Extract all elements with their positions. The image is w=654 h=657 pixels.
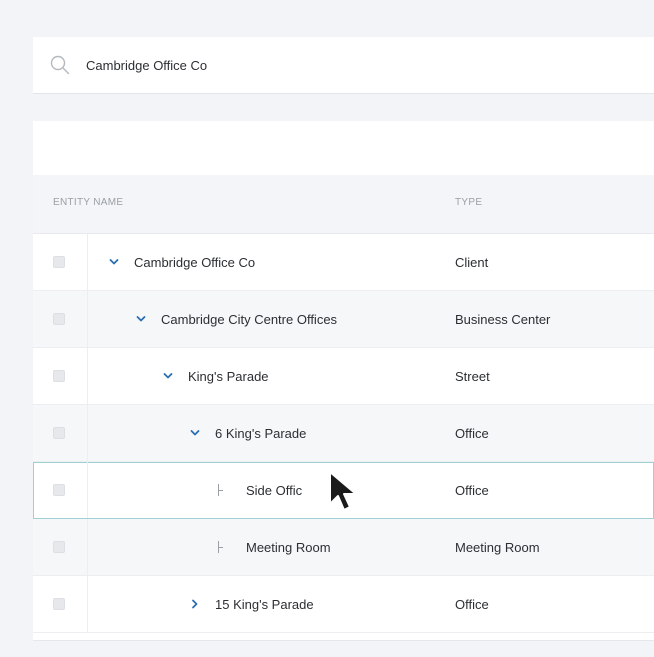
- entity-name-cell: Cambridge Office Co: [108, 234, 255, 290]
- table-row[interactable]: Cambridge Office Co Client: [33, 234, 654, 291]
- entity-type: Office: [455, 596, 489, 612]
- row-checkbox-cell: [33, 291, 88, 347]
- row-checkbox[interactable]: [53, 484, 65, 496]
- chevron-right-icon[interactable]: [189, 598, 201, 610]
- search-input[interactable]: [86, 57, 586, 73]
- row-checkbox-cell: [33, 519, 88, 575]
- entity-name[interactable]: Meeting Room: [246, 540, 331, 555]
- tree-branch-icon: [216, 541, 226, 553]
- row-checkbox[interactable]: [53, 370, 65, 382]
- entity-table: ENTITY NAME TYPE Cambridge Office Co Clie…: [33, 121, 654, 640]
- search-icon: [49, 54, 71, 76]
- table-row[interactable]: 15 King's Parade Office: [33, 576, 654, 633]
- entity-type: Business Center: [455, 311, 551, 327]
- search-bar[interactable]: [33, 37, 654, 93]
- table-body: Cambridge Office Co Client Cambridge City …: [33, 234, 654, 633]
- entity-name-cell: Meeting Room: [216, 519, 331, 575]
- chevron-down-icon[interactable]: [108, 256, 120, 268]
- entity-name[interactable]: 6 King's Parade: [215, 426, 306, 441]
- entity-name[interactable]: King's Parade: [188, 369, 269, 384]
- row-checkbox-cell: [33, 348, 88, 404]
- entity-name-cell: Cambridge City Centre Offices: [135, 291, 337, 347]
- tree-branch-icon: [216, 484, 226, 496]
- entity-name-cell: 15 King's Parade: [189, 576, 314, 632]
- row-checkbox-cell: [33, 234, 88, 290]
- entity-type: Street: [455, 368, 490, 384]
- column-header-type[interactable]: TYPE: [455, 197, 482, 208]
- table-toolbar: [33, 121, 654, 175]
- row-checkbox[interactable]: [53, 427, 65, 439]
- entity-name-cell: King's Parade: [162, 348, 269, 404]
- row-checkbox-cell: [33, 405, 88, 461]
- table-row[interactable]: Meeting Room Meeting Room: [33, 519, 654, 576]
- row-checkbox-cell: [33, 576, 88, 632]
- chevron-down-icon[interactable]: [162, 370, 174, 382]
- row-checkbox[interactable]: [53, 313, 65, 325]
- table-row[interactable]: Side Offic Office: [33, 462, 654, 519]
- row-checkbox-cell: [33, 462, 88, 518]
- entity-name-cell: Side Offic: [216, 462, 302, 518]
- row-checkbox[interactable]: [53, 541, 65, 553]
- table-header: ENTITY NAME TYPE: [33, 175, 654, 234]
- entity-name[interactable]: Cambridge Office Co: [134, 255, 255, 270]
- row-checkbox[interactable]: [53, 598, 65, 610]
- entity-name[interactable]: Side Offic: [246, 483, 302, 498]
- entity-type: Office: [455, 425, 489, 441]
- entity-type: Office: [455, 482, 489, 498]
- chevron-down-icon[interactable]: [189, 427, 201, 439]
- entity-name[interactable]: 15 King's Parade: [215, 597, 314, 612]
- table-row[interactable]: Cambridge City Centre Offices Business Ce…: [33, 291, 654, 348]
- table-row[interactable]: King's Parade Street: [33, 348, 654, 405]
- column-header-entity-name[interactable]: ENTITY NAME: [53, 197, 123, 208]
- entity-name-cell: 6 King's Parade: [189, 405, 306, 461]
- table-row[interactable]: 6 King's Parade Office: [33, 405, 654, 462]
- entity-type: Meeting Room: [455, 539, 540, 555]
- row-checkbox[interactable]: [53, 256, 65, 268]
- chevron-down-icon[interactable]: [135, 313, 147, 325]
- entity-type: Client: [455, 254, 489, 270]
- entity-name[interactable]: Cambridge City Centre Offices: [161, 312, 337, 327]
